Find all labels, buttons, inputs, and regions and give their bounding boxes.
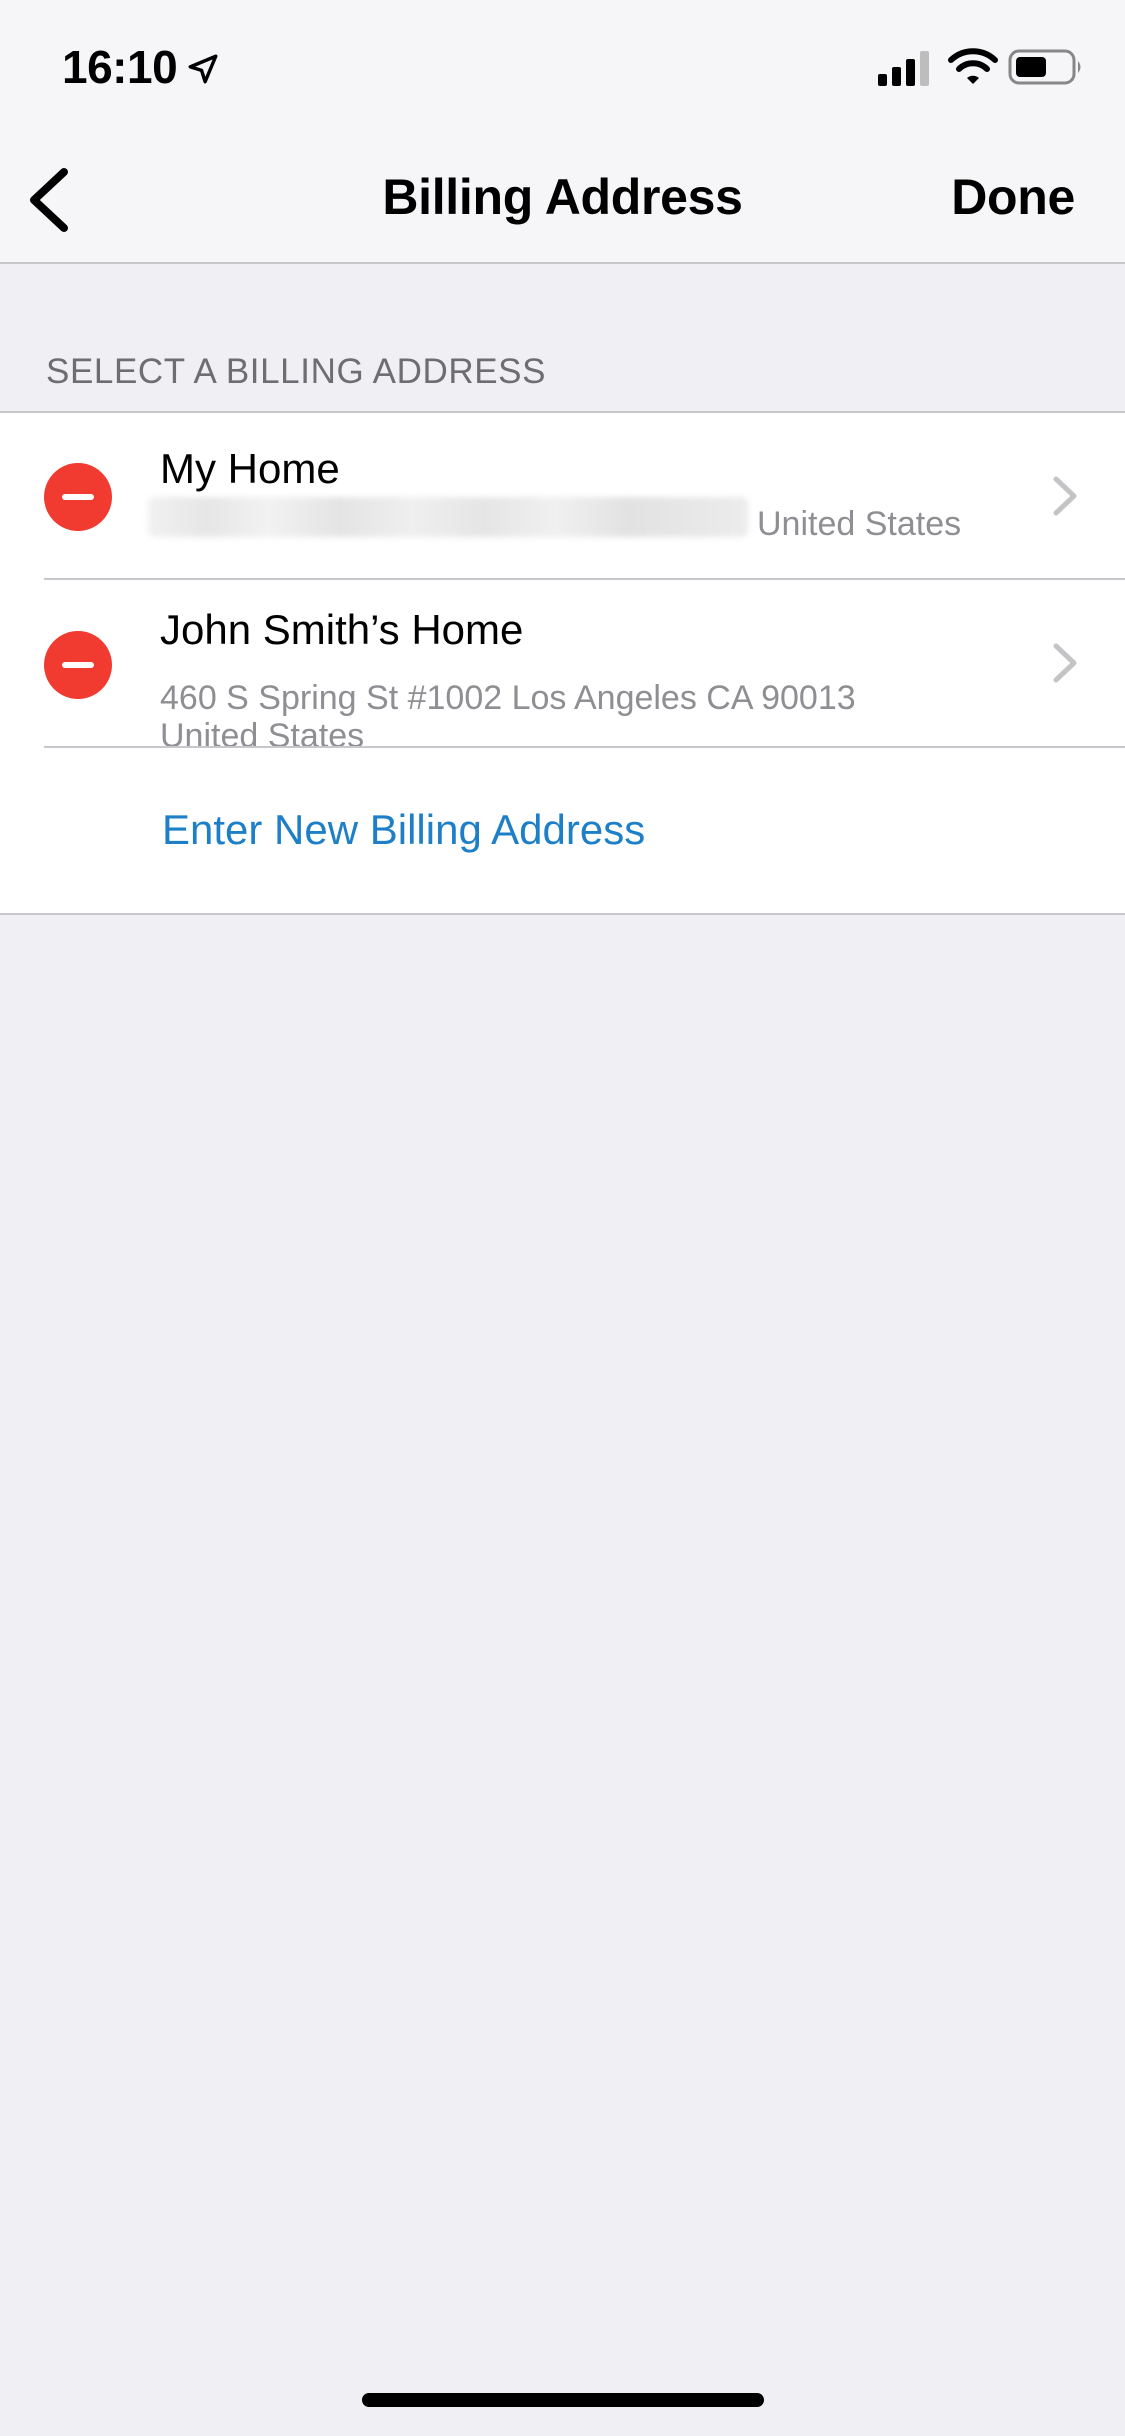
status-bar: 16:10 [0,0,1125,132]
address-country: United States [757,505,962,543]
address-row-my-home[interactable]: My Home United States [0,413,1125,580]
done-button[interactable]: Done [951,168,1075,226]
section-header: SELECT A BILLING ADDRESS [46,352,547,391]
home-indicator[interactable] [362,2393,764,2407]
status-time: 16:10 [62,41,178,93]
wifi-icon [948,48,998,84]
enter-new-billing-address-link[interactable]: Enter New Billing Address [162,806,645,854]
address-name: My Home [160,445,340,492]
address-row-john-smiths-home[interactable]: John Smith’s Home 460 S Spring St #1002 … [0,580,1125,755]
address-list: My Home United States John Smith’s Home … [0,411,1125,915]
delete-minus-icon[interactable] [44,631,112,699]
enter-new-address-row[interactable]: Enter New Billing Address [0,748,1125,915]
address-name: John Smith’s Home [160,606,524,653]
delete-minus-icon[interactable] [44,463,112,531]
location-arrow-icon [188,54,218,84]
address-street: 460 S Spring St #1002 Los Angeles CA 900… [160,679,856,717]
redacted-address [148,497,748,537]
chevron-right-icon [1053,476,1077,516]
chevron-right-icon [1053,643,1077,683]
cellular-signal-icon [878,51,929,86]
navigation-bar: Billing Address Done [0,132,1125,264]
battery-icon [1008,49,1081,85]
